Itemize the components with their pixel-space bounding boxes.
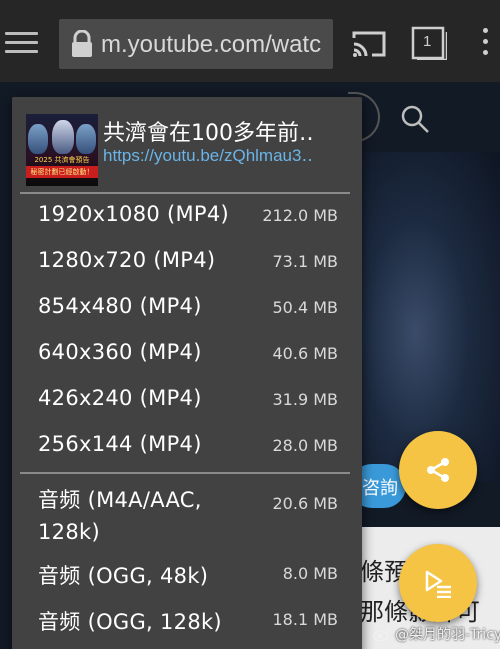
download-option[interactable]: 256x144 (MP4) 28.0 MB [12,426,362,472]
weibo-icon [373,628,391,641]
download-option[interactable]: 640x360 (MP4) 40.6 MB [12,334,362,380]
share-button[interactable] [399,431,477,509]
cast-icon[interactable] [352,30,386,58]
divider [20,472,350,474]
download-option[interactable]: 1280x720 (MP4) 73.1 MB [12,242,362,288]
tabs-icon[interactable]: 1 [411,26,449,62]
more-icon[interactable] [475,28,495,58]
download-option[interactable]: 1920x1080 (MP4) 212.0 MB [12,196,362,242]
address-bar[interactable]: m.youtube.com/watc [59,19,333,69]
watermark: @桀月的羽-Tricy [373,624,500,644]
lock-icon [72,30,92,57]
audio-option[interactable]: 音频 (OGG, 48k) 8.0 MB [12,554,362,600]
audio-option[interactable]: 音频 (OGG, 128k) 18.1 MB [12,600,362,646]
download-option[interactable]: 426x240 (MP4) 31.9 MB [12,380,362,426]
share-icon [427,458,449,482]
download-option[interactable]: 854x480 (MP4) 50.4 MB [12,288,362,334]
video-link[interactable]: https://youtu.be/zQhlmau3‥ [103,146,353,166]
url-text: m.youtube.com/watc [101,31,322,58]
audio-option[interactable]: 音频 (M4A/AAC, 128k) 20.6 MB [12,484,362,550]
video-title: 共濟會在100多年前‥ [103,121,314,146]
menu-icon[interactable] [5,32,38,54]
divider [20,192,350,194]
browser-toolbar: m.youtube.com/watc 1 [0,0,500,82]
tab-count: 1 [423,33,432,50]
thumbnail-caption: 2025 共濟會預告 [34,156,90,164]
play-queue-icon [425,570,451,598]
thumbnail-caption: 秘密計劃已經啟動！ [30,168,94,176]
download-menu: 2025 共濟會預告 秘密計劃已經啟動！ 共濟會在100多年前‥ https:/… [12,97,362,649]
watermark-text: @桀月的羽-Tricy [395,627,500,643]
search-icon[interactable] [400,104,430,134]
video-thumbnail: 2025 共濟會預告 秘密計劃已經啟動！ [26,114,98,186]
play-queue-button[interactable] [399,544,477,622]
